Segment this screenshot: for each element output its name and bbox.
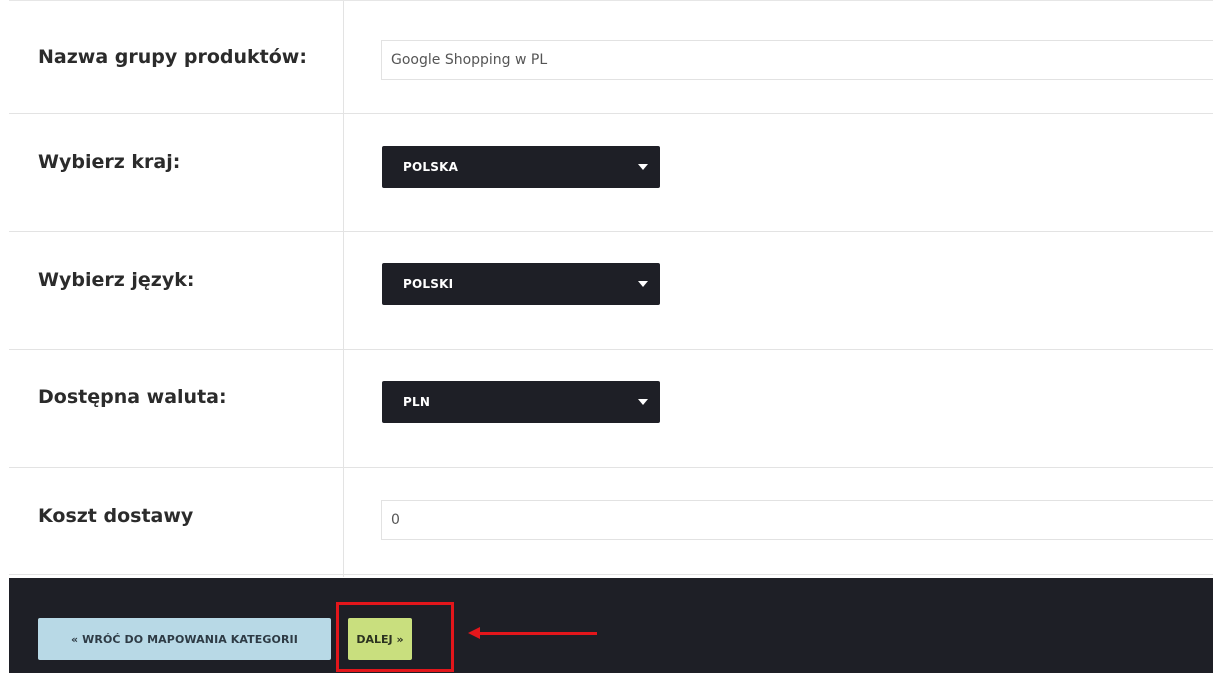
form-footer-bar: « WRÓĆ DO MAPOWANIA KATEGORII DALEJ » [9, 578, 1213, 673]
row-country: Wybierz kraj: POLSKA [9, 114, 1213, 232]
settings-form: Nazwa grupy produktów: Wybierz kraj: POL… [9, 0, 1213, 577]
currency-select-value: PLN [403, 395, 431, 409]
row-language: Wybierz język: POLSKI [9, 232, 1213, 350]
language-select-value: POLSKI [403, 277, 454, 291]
row-shipping-cost: Koszt dostawy [9, 468, 1213, 575]
language-select[interactable]: POLSKI [382, 263, 660, 305]
product-group-name-input[interactable] [381, 40, 1213, 80]
row-currency: Dostępna waluta: PLN [9, 350, 1213, 468]
shipping-cost-label: Koszt dostawy [38, 505, 194, 527]
currency-select[interactable]: PLN [382, 381, 660, 423]
country-select-value: POLSKA [403, 160, 459, 174]
chevron-down-icon [638, 164, 648, 170]
back-to-category-mapping-button[interactable]: « WRÓĆ DO MAPOWANIA KATEGORII [38, 618, 331, 660]
country-label: Wybierz kraj: [38, 151, 181, 173]
row-product-group-name: Nazwa grupy produktów: [9, 1, 1213, 114]
chevron-down-icon [638, 399, 648, 405]
chevron-down-icon [638, 281, 648, 287]
annotation-highlight-box [336, 602, 454, 672]
annotation-arrow-line [474, 632, 597, 635]
shipping-cost-input[interactable] [381, 500, 1213, 540]
annotation-arrow-icon [468, 627, 480, 639]
currency-label: Dostępna waluta: [38, 386, 227, 408]
country-select[interactable]: POLSKA [382, 146, 660, 188]
product-group-name-label: Nazwa grupy produktów: [38, 46, 307, 68]
product-group-settings-page: Nazwa grupy produktów: Wybierz kraj: POL… [0, 0, 1213, 673]
language-label: Wybierz język: [38, 269, 195, 291]
